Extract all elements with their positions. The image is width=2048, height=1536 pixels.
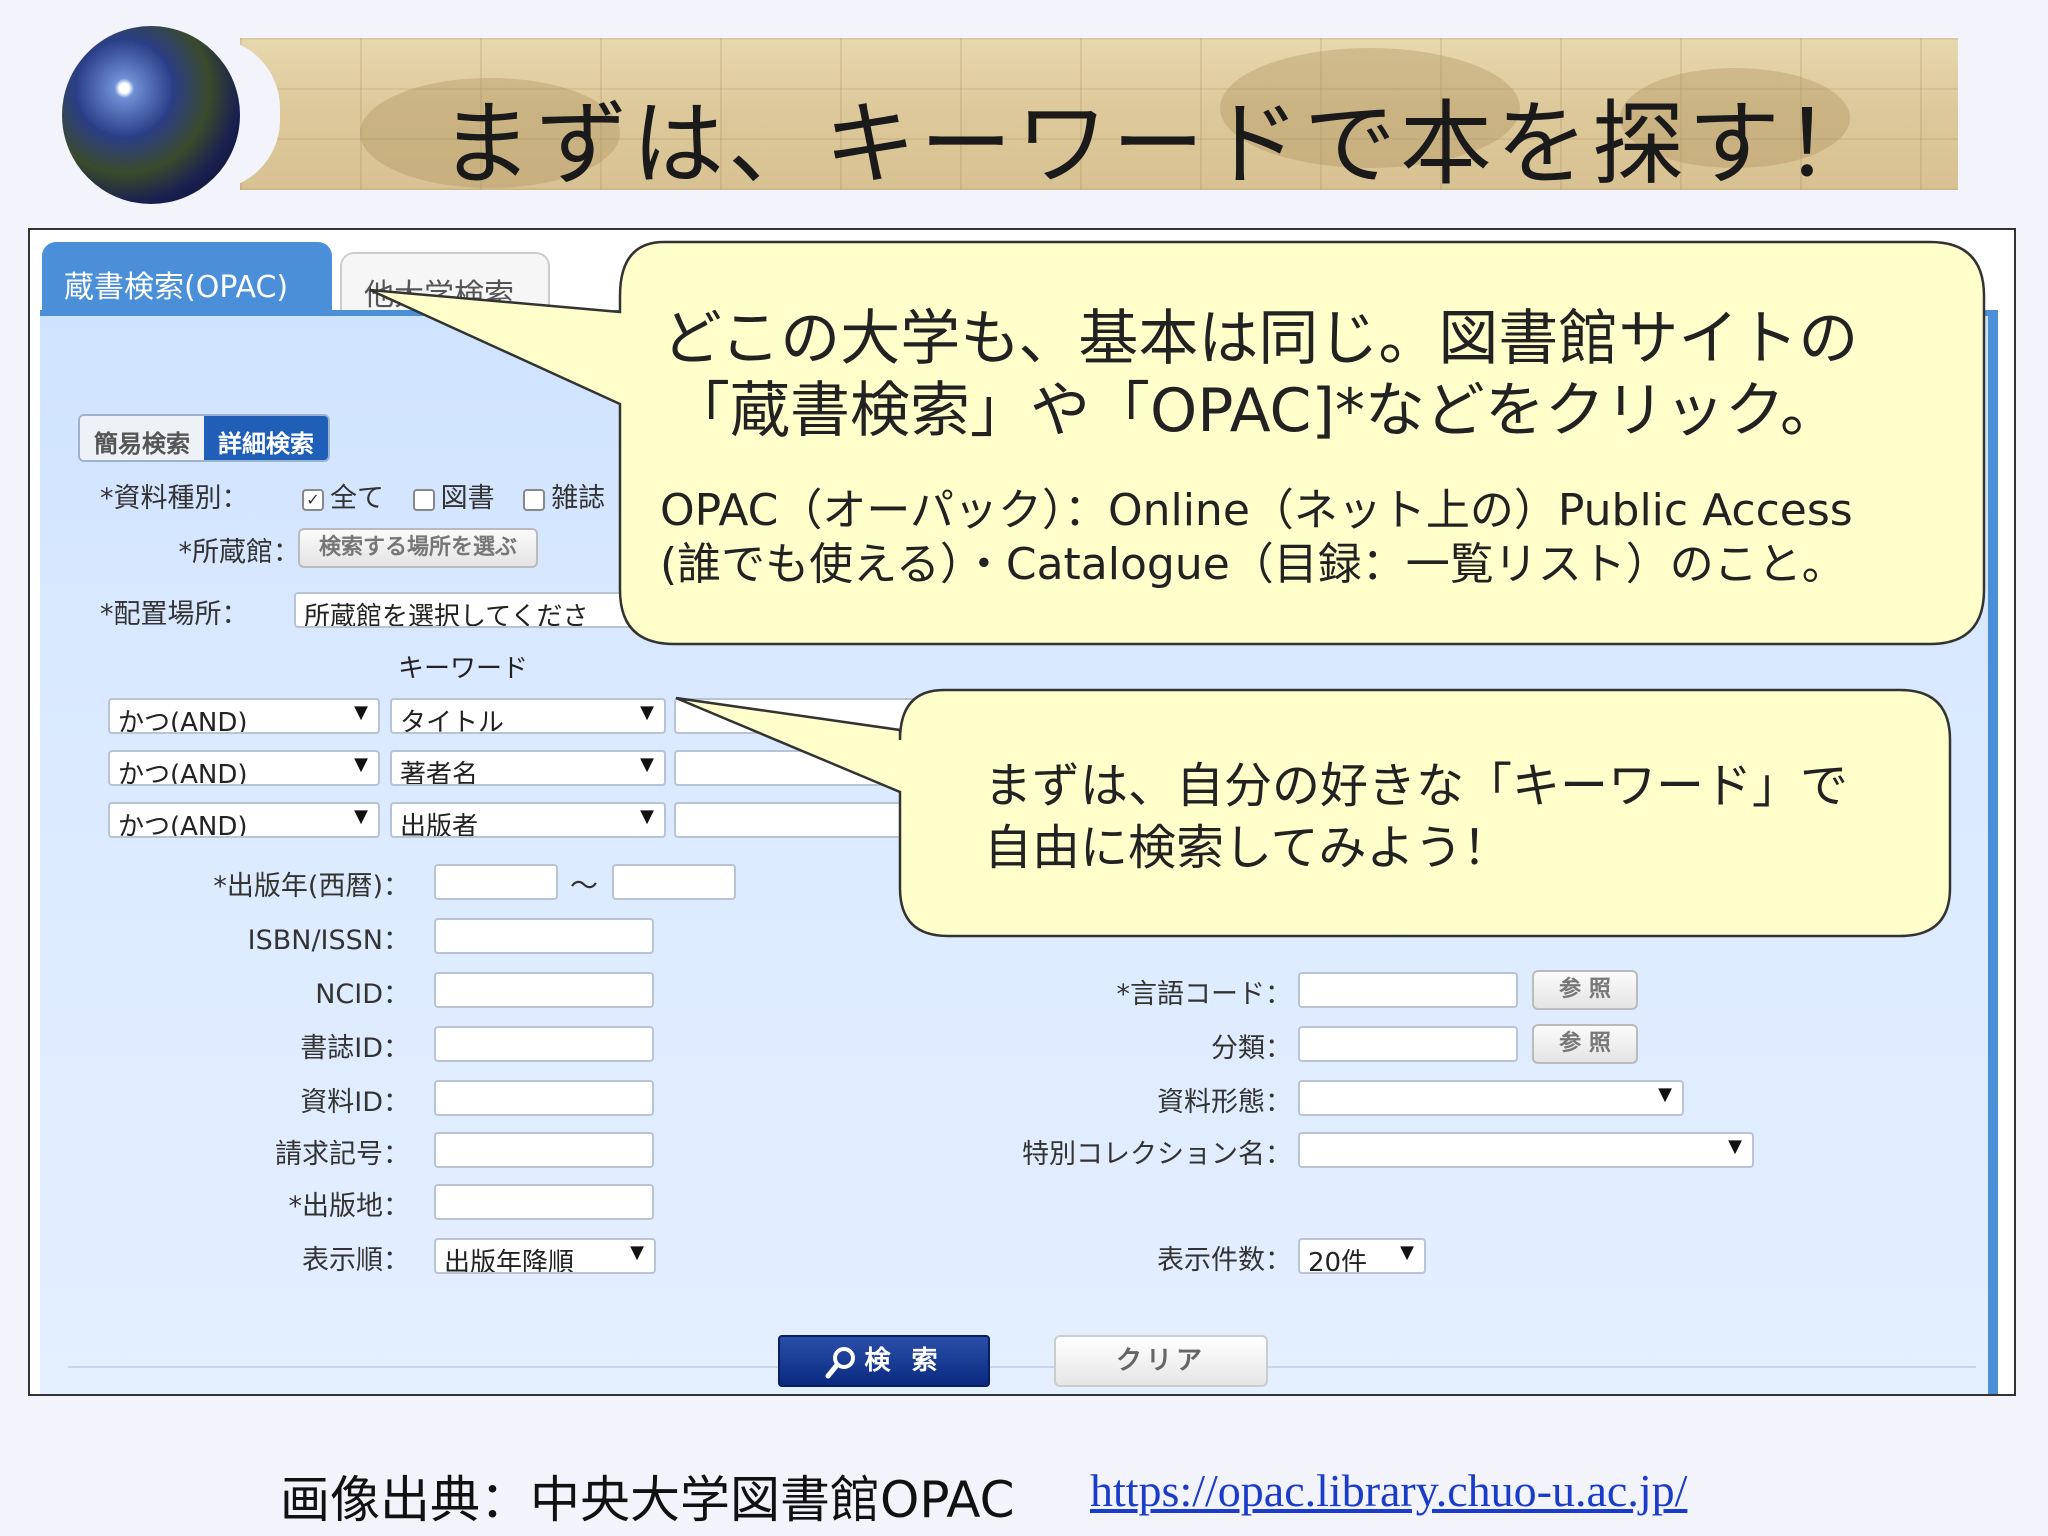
dropdown-arrow-icon: ▼ bbox=[640, 806, 654, 827]
ncid-input[interactable] bbox=[434, 972, 654, 1008]
place-input[interactable] bbox=[434, 1184, 654, 1220]
field-select-2[interactable]: 著者名 ▼ bbox=[390, 750, 666, 786]
field-select-1[interactable]: タイトル ▼ bbox=[390, 698, 666, 734]
isbn-label: ISBN/ISSN： bbox=[247, 925, 410, 956]
operator-select-3[interactable]: かつ(AND) ▼ bbox=[108, 802, 380, 838]
search-mode-tabs: 簡易検索 詳細検索 bbox=[78, 414, 330, 462]
count-label: 表示件数： bbox=[1157, 1245, 1292, 1276]
year-to-input[interactable] bbox=[612, 864, 736, 900]
field-value: タイトル bbox=[400, 708, 505, 734]
year-label: *出版年(西暦)： bbox=[213, 871, 410, 902]
checkbox-checked-icon[interactable]: ✓ bbox=[302, 488, 324, 511]
field-value: 著者名 bbox=[400, 760, 479, 786]
dropdown-arrow-icon: ▼ bbox=[354, 754, 368, 775]
language-reference-button[interactable]: 参 照 bbox=[1532, 970, 1638, 1010]
order-select[interactable]: 出版年降順 ▼ bbox=[434, 1238, 656, 1274]
select-location-button[interactable]: 検索する場所を選ぶ bbox=[298, 528, 538, 568]
order-label: 表示順： bbox=[302, 1245, 410, 1276]
checkbox-empty-icon[interactable] bbox=[523, 488, 546, 511]
year-separator: ～ bbox=[570, 869, 599, 902]
tab-detailed-search[interactable]: 詳細検索 bbox=[204, 416, 328, 460]
tab-opac[interactable]: 蔵書検索(OPAC) bbox=[42, 242, 332, 312]
call-number-label: 請求記号： bbox=[275, 1139, 410, 1170]
format-label: 資料形態： bbox=[1157, 1087, 1292, 1118]
location-label: *配置場所： bbox=[100, 599, 249, 630]
item-id-label: 資料ID： bbox=[300, 1087, 410, 1118]
dropdown-arrow-icon: ▼ bbox=[640, 754, 654, 775]
form-divider bbox=[68, 1366, 1976, 1368]
panel-edge bbox=[1988, 316, 1998, 1394]
holding-label: *所蔵館： bbox=[178, 537, 301, 568]
collection-label: 特別コレクション名： bbox=[1022, 1139, 1292, 1170]
language-code-label: *言語コード： bbox=[1116, 979, 1293, 1010]
item-id-input[interactable] bbox=[434, 1080, 654, 1116]
field-select-3[interactable]: 出版者 ▼ bbox=[390, 802, 666, 838]
type-checkboxes: ✓ 全て 図書 雑誌 bbox=[302, 476, 605, 515]
operator-select-2[interactable]: かつ(AND) ▼ bbox=[108, 750, 380, 786]
operator-value: かつ(AND) bbox=[118, 760, 248, 786]
tab-other-university[interactable]: 他大学検索 bbox=[340, 252, 550, 313]
image-source-link[interactable]: https://opac.library.chuo-u.ac.jp/ bbox=[1090, 1464, 1687, 1517]
language-code-input[interactable] bbox=[1298, 972, 1518, 1008]
classification-input[interactable] bbox=[1298, 1026, 1518, 1062]
image-source-label: 画像出典：中央大学図書館OPAC bbox=[280, 1471, 1015, 1529]
type-all-label: 全て bbox=[330, 483, 384, 514]
dropdown-arrow-icon: ▼ bbox=[354, 806, 368, 827]
call-number-input[interactable] bbox=[434, 1132, 654, 1168]
callout-top-line4: (誰でも使える）・Catalogue（目録：一覧リスト）のこと。 bbox=[660, 539, 1846, 590]
dropdown-arrow-icon: ▼ bbox=[630, 1242, 644, 1263]
type-label: *資料種別： bbox=[100, 483, 249, 514]
collection-select[interactable]: ▼ bbox=[1298, 1132, 1754, 1168]
operator-value: かつ(AND) bbox=[118, 812, 248, 838]
title-banner: まずは、キーワードで本を探す！ bbox=[240, 38, 1958, 190]
count-value: 20件 bbox=[1308, 1248, 1368, 1274]
format-select[interactable]: ▼ bbox=[1298, 1080, 1684, 1116]
dropdown-arrow-icon: ▼ bbox=[1400, 1242, 1414, 1263]
classification-reference-button[interactable]: 参 照 bbox=[1532, 1024, 1638, 1064]
count-select[interactable]: 20件 ▼ bbox=[1298, 1238, 1426, 1274]
slide-title: まずは、キーワードで本を探す！ bbox=[440, 91, 1881, 190]
field-value: 出版者 bbox=[400, 812, 479, 838]
bib-id-input[interactable] bbox=[434, 1026, 654, 1062]
tab-simple-search[interactable]: 簡易検索 bbox=[80, 416, 204, 460]
type-journal-label: 雑誌 bbox=[551, 483, 606, 514]
magnifier-icon bbox=[825, 1346, 856, 1378]
keyword-input-1[interactable] bbox=[674, 698, 1910, 734]
location-select[interactable]: 所蔵館を選択してくださ bbox=[294, 592, 634, 628]
clear-button[interactable]: クリア bbox=[1054, 1335, 1268, 1387]
dropdown-arrow-icon: ▼ bbox=[640, 702, 654, 723]
operator-select-1[interactable]: かつ(AND) ▼ bbox=[108, 698, 380, 734]
isbn-input[interactable] bbox=[434, 918, 654, 954]
globe-icon bbox=[62, 26, 240, 204]
callout-middle-line1: まずは、自分の好きな「キーワード」で bbox=[984, 758, 1849, 814]
checkbox-empty-icon[interactable] bbox=[412, 488, 435, 511]
operator-value: かつ(AND) bbox=[118, 708, 248, 734]
search-button-label: 検 索 bbox=[864, 1346, 944, 1376]
ncid-label: NCID： bbox=[315, 979, 410, 1010]
classification-label: 分類： bbox=[1211, 1033, 1292, 1064]
callout-middle-line2: 自由に検索してみよう！ bbox=[984, 820, 1511, 876]
callout-top-line2: 「蔵書検索」や「OPAC]*などをクリック。 bbox=[670, 376, 1841, 446]
place-label: *出版地： bbox=[288, 1191, 411, 1222]
keyword-header: キーワード bbox=[398, 654, 529, 682]
order-value: 出版年降順 bbox=[444, 1248, 575, 1274]
year-from-input[interactable] bbox=[434, 864, 558, 900]
search-button[interactable]: 検 索 bbox=[778, 1335, 990, 1387]
dropdown-arrow-icon: ▼ bbox=[1658, 1084, 1672, 1105]
dropdown-arrow-icon: ▼ bbox=[1728, 1136, 1742, 1157]
bib-id-label: 書誌ID： bbox=[300, 1033, 410, 1064]
type-book-label: 図書 bbox=[440, 483, 495, 514]
dropdown-arrow-icon: ▼ bbox=[354, 702, 368, 723]
